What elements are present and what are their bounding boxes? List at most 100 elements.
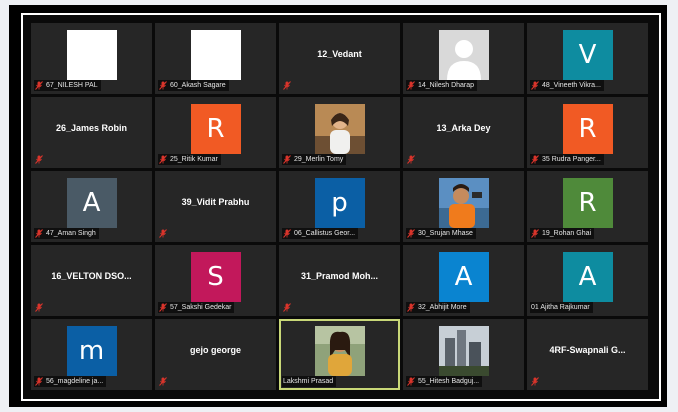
muted-mic-icon — [159, 155, 167, 164]
participant-tile[interactable]: 30_Srujan Mhase — [403, 171, 524, 242]
participant-label — [34, 154, 49, 165]
participant-name-center: 16_VELTON DSO... — [51, 271, 132, 281]
participant-name: 47_Aman Singh — [46, 230, 96, 237]
participant-name: 60_Akash Sagare — [170, 82, 226, 89]
avatar: R — [562, 178, 613, 228]
participant-label: 30_Srujan Mhase — [406, 228, 476, 239]
muted-mic-icon — [159, 229, 167, 238]
participant-tile[interactable]: 26_James Robin — [31, 97, 152, 168]
participant-name: 30_Srujan Mhase — [418, 230, 473, 237]
participant-tile[interactable]: Lakshmi Prasad — [279, 319, 400, 390]
avatar: A — [66, 178, 117, 228]
muted-mic-icon — [283, 81, 291, 90]
participant-label: 57_Sakshi Gedekar — [158, 302, 235, 313]
avatar: A — [438, 252, 489, 302]
profile-photo — [438, 178, 489, 228]
participant-name: 14_Nilesh Dharap — [418, 82, 475, 89]
participant-name: 67_NILESH PAL — [46, 82, 98, 89]
participant-label: 56_magdeline ja... — [34, 376, 107, 387]
participant-name-center: 26_James Robin — [55, 123, 128, 133]
participant-label: 32_Abhijit More — [406, 302, 470, 313]
participant-label: Lakshmi Prasad — [282, 376, 337, 387]
participant-tile[interactable]: m 56_magdeline ja... — [31, 319, 152, 390]
muted-mic-icon — [531, 377, 539, 386]
participant-label: 29_Merlin Tomy — [282, 154, 347, 165]
participant-name-center: 13_Arka Dey — [436, 123, 491, 133]
muted-mic-icon — [159, 377, 167, 386]
participant-label: 01 Ajitha Rajkumar — [530, 302, 593, 313]
avatar: V — [562, 30, 613, 80]
participant-name: 01 Ajitha Rajkumar — [531, 304, 590, 311]
participant-tile[interactable]: 16_VELTON DSO... — [31, 245, 152, 316]
meeting-window: 67_NILESH PAL 60_Akash Sagare 12_Vedant 14_… — [9, 5, 667, 407]
participant-name: 19_Rohan Ghai — [542, 230, 592, 237]
participant-label: 35 Rudra Panger... — [530, 154, 604, 165]
participant-label — [406, 154, 421, 165]
participant-name: 55_Hitesh Badguj... — [418, 378, 480, 385]
profile-photo — [438, 326, 489, 376]
participant-label: 55_Hitesh Badguj... — [406, 376, 483, 387]
avatar: R — [190, 104, 241, 154]
participant-label: 19_Rohan Ghai — [530, 228, 595, 239]
muted-mic-icon — [159, 81, 167, 90]
muted-mic-icon — [35, 155, 43, 164]
participant-tile[interactable]: gejo george — [155, 319, 276, 390]
participant-tile[interactable]: 4RF-Swapnali G... — [527, 319, 648, 390]
participant-grid: 67_NILESH PAL 60_Akash Sagare 12_Vedant 14_… — [31, 23, 648, 390]
participant-tile[interactable]: 67_NILESH PAL — [31, 23, 152, 94]
avatar: A — [562, 252, 613, 302]
muted-mic-icon — [407, 81, 415, 90]
participant-name: Lakshmi Prasad — [283, 378, 334, 385]
avatar: p — [314, 178, 365, 228]
participant-tile[interactable]: S 57_Sakshi Gedekar — [155, 245, 276, 316]
participant-tile[interactable]: p 06_Callistus Geor... — [279, 171, 400, 242]
participant-label — [282, 80, 297, 91]
participant-tile[interactable]: 39_Vidit Prabhu — [155, 171, 276, 242]
avatar: S — [190, 252, 241, 302]
gallery-view: 67_NILESH PAL 60_Akash Sagare 12_Vedant 14_… — [21, 13, 661, 401]
participant-label — [158, 376, 173, 387]
participant-name: 32_Abhijit More — [418, 304, 467, 311]
participant-label: 47_Aman Singh — [34, 228, 99, 239]
participant-tile[interactable]: 55_Hitesh Badguj... — [403, 319, 524, 390]
participant-tile[interactable]: 60_Akash Sagare — [155, 23, 276, 94]
participant-label: 25_Ritik Kumar — [158, 154, 221, 165]
muted-mic-icon — [407, 229, 415, 238]
default-avatar-icon — [438, 30, 489, 80]
participant-tile[interactable]: R 19_Rohan Ghai — [527, 171, 648, 242]
participant-tile[interactable]: A 32_Abhijit More — [403, 245, 524, 316]
participant-tile[interactable]: V 48_Vineeth Vikra... — [527, 23, 648, 94]
muted-mic-icon — [35, 377, 43, 386]
muted-mic-icon — [35, 81, 43, 90]
participant-label — [158, 228, 173, 239]
participant-tile[interactable]: A 01 Ajitha Rajkumar — [527, 245, 648, 316]
participant-tile[interactable]: 31_Pramod Moh... — [279, 245, 400, 316]
muted-mic-icon — [531, 81, 539, 90]
avatar: m — [66, 326, 117, 376]
participant-tile[interactable]: R 25_Ritik Kumar — [155, 97, 276, 168]
participant-label — [282, 302, 297, 313]
participant-tile[interactable]: 29_Merlin Tomy — [279, 97, 400, 168]
participant-name: 35 Rudra Panger... — [542, 156, 601, 163]
participant-name-center: 31_Pramod Moh... — [300, 271, 379, 281]
muted-mic-icon — [407, 377, 415, 386]
muted-mic-icon — [283, 303, 291, 312]
avatar — [66, 30, 117, 80]
participant-tile[interactable]: 13_Arka Dey — [403, 97, 524, 168]
avatar — [190, 30, 241, 80]
participant-label: 14_Nilesh Dharap — [406, 80, 478, 91]
participant-name: 06_Callistus Geor... — [294, 230, 356, 237]
participant-tile[interactable]: R 35 Rudra Panger... — [527, 97, 648, 168]
participant-name: 25_Ritik Kumar — [170, 156, 218, 163]
muted-mic-icon — [283, 229, 291, 238]
muted-mic-icon — [531, 229, 539, 238]
participant-label: 60_Akash Sagare — [158, 80, 229, 91]
participant-name: 29_Merlin Tomy — [294, 156, 344, 163]
muted-mic-icon — [283, 155, 291, 164]
participant-name: 57_Sakshi Gedekar — [170, 304, 232, 311]
participant-tile[interactable]: 14_Nilesh Dharap — [403, 23, 524, 94]
participant-tile[interactable]: A 47_Aman Singh — [31, 171, 152, 242]
participant-tile[interactable]: 12_Vedant — [279, 23, 400, 94]
profile-photo — [314, 326, 365, 376]
participant-name-center: 12_Vedant — [317, 49, 362, 59]
